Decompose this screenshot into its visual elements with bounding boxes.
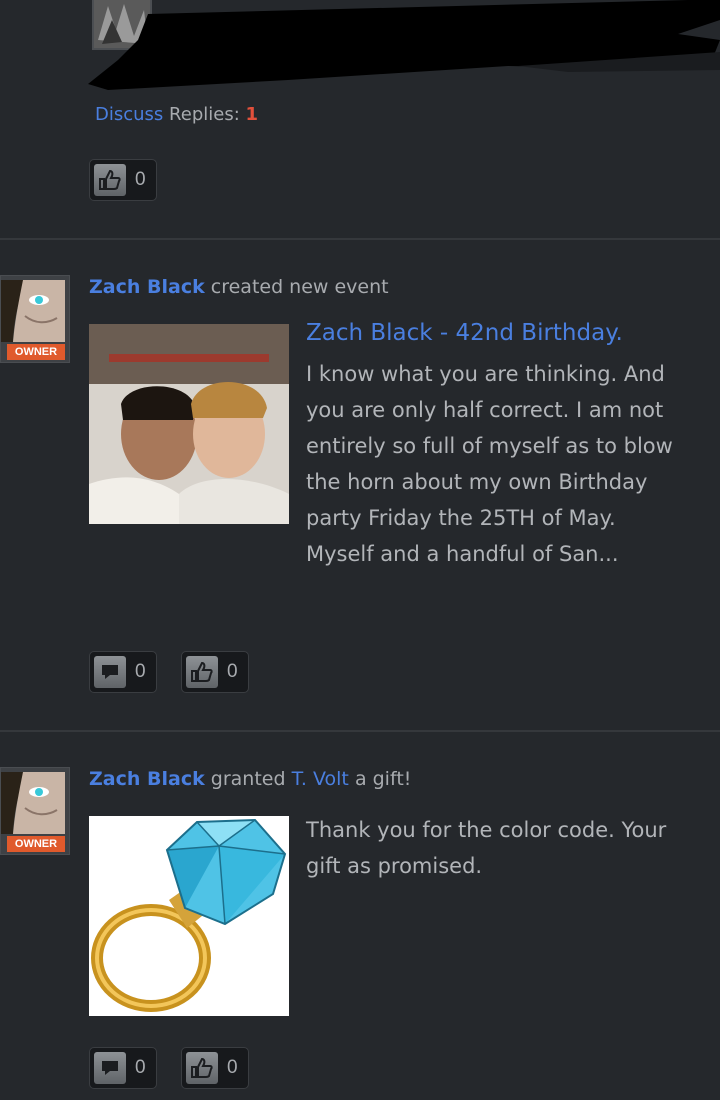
activity-action-suffix: a gift! xyxy=(354,768,412,790)
like-button[interactable]: 0 xyxy=(181,651,249,693)
event-photo[interactable] xyxy=(89,324,289,524)
gift-message: Thank you for the color code. Your gift … xyxy=(306,818,667,878)
like-thumb-icon xyxy=(94,164,126,196)
like-count: 0 xyxy=(227,1057,238,1078)
like-thumb-icon xyxy=(186,1052,218,1084)
comment-count: 0 xyxy=(135,1057,146,1078)
avatar[interactable]: OWNER xyxy=(0,275,70,363)
actor-link[interactable]: Zach Black xyxy=(89,768,205,790)
owner-badge: OWNER xyxy=(7,836,65,852)
discuss-link[interactable]: Discuss xyxy=(95,104,163,125)
like-thumb-icon xyxy=(186,656,218,688)
replies-label: Replies: xyxy=(169,104,240,125)
replies-count: 1 xyxy=(245,104,259,125)
owner-badge: OWNER xyxy=(7,344,65,360)
like-button[interactable]: 0 xyxy=(89,159,157,201)
comment-button[interactable]: 0 xyxy=(89,1047,157,1089)
like-count: 0 xyxy=(135,169,146,190)
event-description: I know what you are thinking. And you ar… xyxy=(306,362,673,566)
comment-bubble-icon xyxy=(94,656,126,688)
redaction-scribble xyxy=(88,0,720,90)
activity-action: granted xyxy=(210,768,286,790)
avatar-image xyxy=(1,772,65,834)
comment-count: 0 xyxy=(135,661,146,682)
like-count: 0 xyxy=(227,661,238,682)
avatar-image xyxy=(1,280,65,342)
comment-button[interactable]: 0 xyxy=(89,651,157,693)
gift-image[interactable] xyxy=(89,816,289,1016)
activity-header: Zach Black granted T. Volt a gift! xyxy=(89,768,411,790)
actor-link[interactable]: Zach Black xyxy=(89,276,205,298)
event-title-link[interactable]: Zach Black - 42nd Birthday. xyxy=(306,320,623,346)
avatar[interactable]: OWNER xyxy=(0,767,70,855)
feed-divider xyxy=(0,730,720,732)
discuss-row: Discuss Replies: 1 xyxy=(95,104,258,125)
like-button[interactable]: 0 xyxy=(181,1047,249,1089)
feed-divider xyxy=(0,238,720,240)
activity-header: Zach Black created new event xyxy=(89,276,389,298)
activity-action: created new event xyxy=(210,276,389,298)
recipient-link[interactable]: T. Volt xyxy=(292,768,349,790)
comment-bubble-icon xyxy=(94,1052,126,1084)
